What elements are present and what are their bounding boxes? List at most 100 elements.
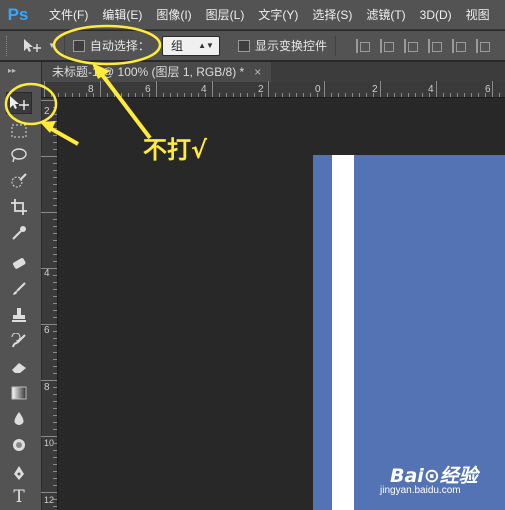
ruler-tick [380, 81, 381, 97]
menu-bar: Ps 文件(F) 编辑(E) 图像(I) 图层(L) 文字(Y) 选择(S) 滤… [0, 0, 505, 30]
menu-3d[interactable]: 3D(D) [413, 0, 459, 30]
ruler-label: 6 [44, 325, 50, 336]
menu-file[interactable]: 文件(F) [42, 0, 95, 30]
ruler-tick [53, 450, 57, 451]
ruler-horizontal[interactable]: 8 6 4 2 0 2 4 6 [42, 81, 505, 98]
ruler-tick [233, 93, 234, 97]
ruler-tick [53, 506, 57, 507]
ruler-tick [53, 233, 57, 234]
ruler-tick [205, 93, 206, 97]
ruler-tick [53, 478, 57, 479]
dodge-icon[interactable] [6, 434, 32, 456]
blur-icon[interactable] [6, 408, 32, 430]
ruler-tick [53, 114, 57, 115]
type-icon[interactable]: T [6, 486, 32, 508]
ruler-tick [478, 93, 479, 97]
menu-edit[interactable]: 编辑(E) [95, 0, 149, 30]
ruler-tick [53, 310, 57, 311]
ruler-tick [53, 401, 57, 402]
ruler-tick [53, 387, 57, 388]
close-icon[interactable]: × [254, 65, 261, 79]
ruler-tick [107, 93, 108, 97]
canvas-white-stripe[interactable] [332, 155, 354, 510]
show-transform-check[interactable] [237, 39, 250, 52]
ruler-tick [254, 93, 255, 97]
collapse-panel-icon[interactable]: ▸▸ [8, 66, 16, 75]
ruler-tick [51, 93, 52, 97]
menu-layer[interactable]: 图层(L) [199, 0, 252, 30]
watermark-url: jingyan.baidu.com [380, 485, 461, 496]
ruler-tick [226, 93, 227, 97]
menu-image[interactable]: 图像(I) [149, 0, 198, 30]
ruler-tick [53, 121, 57, 122]
ruler-tick [53, 338, 57, 339]
auto-select-checkbox[interactable]: 自动选择： [72, 37, 150, 54]
ruler-tick [53, 457, 57, 458]
auto-select-check[interactable] [72, 39, 85, 52]
align-top-icon[interactable] [355, 38, 370, 53]
quick-select-icon[interactable] [6, 170, 32, 192]
canvas-blue-stripe[interactable] [313, 155, 332, 510]
healing-icon[interactable] [6, 252, 32, 274]
ruler-tick [149, 93, 150, 97]
ruler-tick [53, 345, 57, 346]
ruler-tick [41, 212, 57, 213]
auto-select-target-select[interactable]: 组 ▲▼ [161, 35, 220, 56]
menu-filter[interactable]: 滤镜(T) [359, 0, 412, 30]
ruler-tick [457, 93, 458, 97]
align-vcenter-icon[interactable] [379, 38, 394, 53]
menu-select[interactable]: 选择(S) [305, 0, 359, 30]
ruler-vertical[interactable]: 2 4 6 8 10 12 [41, 98, 58, 510]
ruler-tick [268, 81, 269, 97]
eraser-icon[interactable] [6, 356, 32, 378]
document-tab[interactable]: 未标题-1 @ 100% (图层 1, RGB/8) * × [42, 62, 272, 82]
ruler-tick [53, 240, 57, 241]
ruler-tick [310, 93, 311, 97]
ruler-tick [53, 303, 57, 304]
ruler-tick [53, 142, 57, 143]
ruler-tick [44, 81, 45, 97]
document-tab-bar: 未标题-1 @ 100% (图层 1, RGB/8) * × [42, 62, 505, 82]
show-transform-checkbox[interactable]: 显示变换控件 [237, 37, 327, 54]
divider [334, 35, 336, 56]
watermark-brand: Bai⊙经验 [390, 465, 478, 487]
ruler-tick [394, 93, 395, 97]
menu-view[interactable]: 视图 [459, 0, 497, 30]
auto-select-target-value: 组 [170, 39, 183, 53]
ruler-tick [142, 93, 143, 97]
history-brush-icon[interactable] [6, 330, 32, 352]
ruler-tick [53, 352, 57, 353]
pen-icon[interactable] [6, 462, 32, 484]
document-tab-title: 未标题-1 @ 100% (图层 1, RGB/8) * [52, 65, 245, 79]
eyedropper-icon[interactable] [6, 222, 32, 244]
ruler-tick [492, 81, 493, 97]
move-icon[interactable] [6, 92, 32, 114]
ruler-tick [212, 81, 213, 97]
lasso-icon[interactable] [6, 144, 32, 166]
ruler-tick [100, 81, 101, 97]
ruler-tick [289, 93, 290, 97]
options-grip[interactable] [6, 35, 10, 56]
crop-icon[interactable] [6, 196, 32, 218]
photoshop-window: Ps 文件(F) 编辑(E) 图像(I) 图层(L) 文字(Y) 选择(S) 滤… [0, 0, 505, 510]
ruler-tick [373, 93, 374, 97]
align-bottom-icon[interactable] [403, 38, 418, 53]
tools-panel: ▸▸ T [0, 62, 42, 510]
align-right-icon[interactable] [475, 38, 490, 53]
align-left-icon[interactable] [427, 38, 442, 53]
ruler-label: 8 [44, 382, 50, 393]
ruler-tick [156, 81, 157, 97]
tool-preset-picker[interactable]: ▼ [22, 38, 56, 54]
chevron-down-icon: ▼ [48, 41, 56, 50]
ruler-tick [338, 93, 339, 97]
menu-type[interactable]: 文字(Y) [251, 0, 305, 30]
stamp-icon[interactable] [6, 304, 32, 326]
ruler-tick [53, 289, 57, 290]
brush-icon[interactable] [6, 278, 32, 300]
gradient-icon[interactable] [6, 382, 32, 404]
marquee-icon[interactable] [6, 120, 32, 142]
ruler-tick [53, 499, 57, 500]
ruler-tick [121, 93, 122, 97]
align-hcenter-icon[interactable] [451, 38, 466, 53]
ruler-tick [198, 93, 199, 97]
